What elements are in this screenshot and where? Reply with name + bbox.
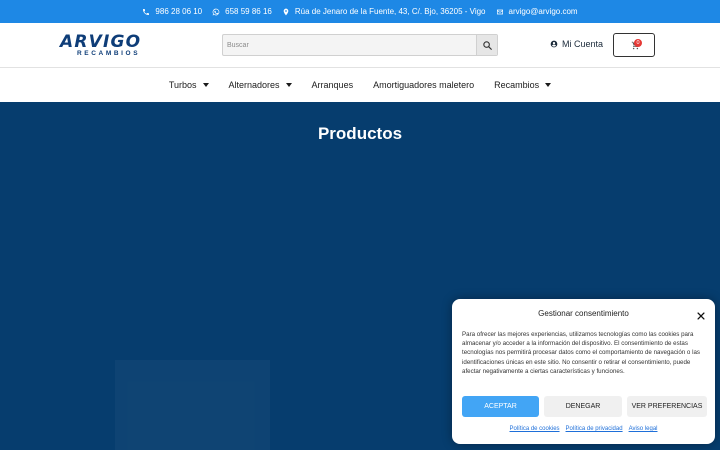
search-icon — [482, 40, 492, 50]
user-icon — [550, 40, 558, 48]
search-input[interactable] — [223, 35, 477, 55]
nav-item-label: Alternadores — [228, 80, 280, 90]
logo-wordmark: ARVIGO — [60, 32, 142, 52]
nav-item-label: Amortiguadores maletero — [373, 80, 475, 90]
envelope-icon — [496, 9, 503, 14]
logo-subtitle: RECAMBIOS — [77, 50, 141, 57]
caret-down-icon — [545, 83, 552, 87]
faded-background-image — [115, 360, 270, 450]
search-button[interactable] — [476, 35, 497, 55]
nav-item-recambios[interactable]: Recambios — [494, 80, 552, 90]
caret-down-icon — [285, 83, 292, 87]
phone-number-2: 658 59 86 16 — [225, 7, 272, 16]
address-text: Rúa de Jenaro de la Fuente, 43, C/. Bjo,… — [294, 7, 486, 16]
main-navigation: Turbos Alternadores Arranques Amortiguad… — [0, 68, 720, 102]
cart-count-badge: 0 — [634, 39, 642, 47]
nav-item-label: Arranques — [311, 80, 354, 90]
nav-item-label: Recambios — [494, 80, 540, 90]
email-contact[interactable]: arvigo@arvigo.com — [496, 7, 578, 16]
privacy-policy-link[interactable]: Política de privacidad — [566, 426, 623, 432]
deny-button[interactable]: DENEGAR — [544, 396, 622, 417]
site-header: ARVIGO RECAMBIOS Mi Cuenta 0 — [0, 23, 720, 68]
cookie-dialog-title: Gestionar consentimiento — [538, 309, 629, 318]
phone-contact[interactable]: 986 28 06 10 — [142, 7, 202, 16]
phone-number-1: 986 28 06 10 — [155, 7, 203, 16]
cookie-consent-dialog: Gestionar consentimiento Para ofrecer la… — [452, 299, 715, 444]
address-contact[interactable]: Rúa de Jenaro de la Fuente, 43, C/. Bjo,… — [282, 7, 486, 16]
top-contact-bar: 986 28 06 10 658 59 86 16 Rúa de Jenaro … — [0, 0, 720, 23]
my-account-link[interactable]: Mi Cuenta — [550, 39, 603, 49]
close-icon — [697, 312, 705, 320]
cart-button[interactable]: 0 — [613, 33, 655, 57]
nav-item-turbos[interactable]: Turbos — [169, 80, 209, 90]
cookie-dialog-text: Para ofrecer las mejores experiencias, u… — [462, 331, 701, 375]
arvigo-logo[interactable]: ARVIGO RECAMBIOS — [60, 34, 160, 58]
search-bar — [222, 34, 498, 56]
whatsapp-icon — [212, 8, 220, 15]
nav-item-label: Turbos — [168, 80, 197, 90]
phone-icon — [143, 8, 150, 15]
cookie-button-row: ACEPTAR DENEGAR VER PREFERENCIAS — [462, 396, 707, 417]
page-title: Productos — [317, 124, 403, 143]
close-button[interactable] — [696, 308, 706, 320]
email-text: arvigo@arvigo.com — [508, 7, 578, 16]
cookie-policy-links: Política de cookies Política de privacid… — [452, 426, 715, 432]
caret-down-icon — [202, 83, 209, 87]
whatsapp-contact[interactable]: 658 59 86 16 — [212, 7, 272, 16]
nav-item-amortiguadores-maletero[interactable]: Amortiguadores maletero — [373, 80, 474, 90]
map-pin-icon — [283, 8, 289, 15]
nav-item-alternadores[interactable]: Alternadores — [229, 80, 292, 90]
account-label: Mi Cuenta — [562, 39, 604, 49]
legal-notice-link[interactable]: Aviso legal — [629, 426, 658, 432]
view-preferences-button[interactable]: VER PREFERENCIAS — [627, 396, 707, 417]
nav-item-arranques[interactable]: Arranques — [312, 80, 354, 90]
accept-button[interactable]: ACEPTAR — [462, 396, 539, 417]
cookie-policy-link[interactable]: Política de cookies — [510, 426, 560, 432]
